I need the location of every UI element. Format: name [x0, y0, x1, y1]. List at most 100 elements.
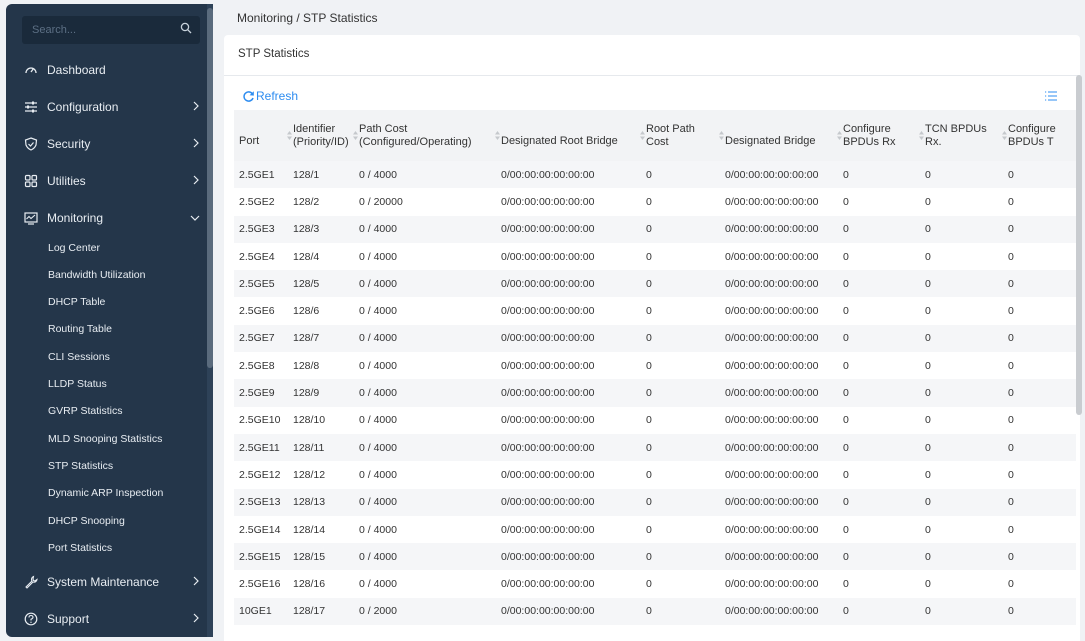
table-cell: 0 [641, 515, 720, 544]
table-cell: 0/00:00:00:00:00:00 [720, 352, 838, 380]
table-cell: 0 [920, 379, 1003, 407]
table-cell: 0 / 4000 [354, 461, 496, 489]
sidebar-subitem-routing-table[interactable]: Routing Table [48, 323, 112, 343]
sidebar-subitem-lldp-status[interactable]: LLDP Status [48, 378, 107, 398]
column-list-icon[interactable] [1045, 90, 1057, 102]
chevron-down-icon [190, 215, 200, 221]
table-cell: 0/00:00:00:00:00:00 [496, 242, 641, 271]
table-row: 2.5GE1 128/1 0 / 4000 0/00:00:00:00:00:00 0 0… [234, 161, 1076, 189]
table-cell: 0/00:00:00:00:00:00 [720, 461, 838, 489]
sidebar-subitem-log-center[interactable]: Log Center [48, 242, 100, 262]
table-row: 2.5GE9 128/9 0 / 4000 0/00:00:00:00:00:00 0 0… [234, 379, 1076, 407]
table-cell: 0 [641, 352, 720, 380]
column-header[interactable]: Identifier (Priority/ID) [287, 110, 354, 161]
table-row: 10GE1 128/17 0 / 2000 0/00:00:00:00:00:00 0 0… [234, 597, 1076, 626]
column-header[interactable]: Configure BPDUs Rx [837, 110, 920, 161]
sort-icon[interactable] [719, 131, 724, 140]
sort-icon[interactable] [287, 131, 292, 140]
table-cell: 0 [641, 406, 720, 434]
sort-icon[interactable] [919, 131, 924, 140]
sidebar-item-monitoring[interactable]: Monitoring [6, 200, 206, 236]
table-cell: 128/2 [288, 188, 354, 216]
table-cell: 0/00:00:00:00:00:00 [496, 161, 641, 189]
table-cell: 0/00:00:00:00:00:00 [720, 270, 838, 298]
table-cell: 0 [1003, 215, 1076, 243]
sidebar-subitem-dhcp-snooping[interactable]: DHCP Snooping [48, 515, 125, 535]
shield-icon [24, 137, 38, 151]
column-header[interactable]: Root Path Cost [640, 110, 720, 161]
table-cell: 0/00:00:00:00:00:00 [720, 379, 838, 407]
sidebar-subitem-bandwidth-utilization[interactable]: Bandwidth Utilization [48, 269, 145, 289]
sidebar-item-configuration[interactable]: Configuration [6, 89, 206, 125]
table-cell: 2.5GE4 [234, 242, 288, 271]
table-cell: 128/7 [288, 324, 354, 353]
sidebar-subitem-dhcp-table[interactable]: DHCP Table [48, 296, 105, 316]
table-cell: 0/00:00:00:00:00:00 [720, 543, 838, 571]
table-row: 2.5GE8 128/8 0 / 4000 0/00:00:00:00:00:00 0 0… [234, 352, 1076, 380]
table-cell: 0 / 4000 [354, 570, 496, 598]
column-header[interactable]: Port [234, 110, 288, 161]
table-cell: 0/00:00:00:00:00:00 [720, 597, 838, 626]
table-cell: 0 [1003, 324, 1076, 353]
table-cell: 0 [1003, 161, 1076, 189]
sliders-icon [25, 101, 37, 113]
sidebar-item-support[interactable]: Support [6, 601, 206, 637]
sort-icon[interactable] [353, 131, 358, 140]
table-cell: 0/00:00:00:00:00:00 [496, 352, 641, 380]
sort-icon[interactable] [495, 131, 500, 140]
sidebar-item-dashboard[interactable]: Dashboard [6, 52, 206, 88]
table-cell: 0/00:00:00:00:00:00 [720, 324, 838, 353]
sort-icon[interactable] [640, 131, 645, 140]
sidebar-scrollbar[interactable] [207, 8, 213, 368]
table-cell: 128/1 [288, 161, 354, 189]
sidebar-item-system-maintenance[interactable]: System Maintenance [6, 564, 206, 600]
table-row: 2.5GE16 128/16 0 / 4000 0/00:00:00:00:00:00… [234, 570, 1076, 598]
column-header[interactable]: TCN BPDUs Rx. [919, 110, 1003, 161]
table-cell: 2.5GE14 [234, 515, 288, 544]
table-cell: 2.5GE10 [234, 406, 288, 434]
table-cell: 0 [641, 461, 720, 489]
search-input[interactable]: Search... [22, 16, 200, 44]
search-icon[interactable] [180, 22, 192, 34]
sidebar-item-label: System Maintenance [47, 575, 160, 589]
refresh-label: Refresh [256, 89, 299, 103]
table-row: 2.5GE2 128/2 0 / 20000 0/00:00:00:00:00:00 0… [234, 188, 1076, 216]
table-cell: 0 [920, 297, 1003, 325]
table-cell: 0 [1003, 242, 1076, 271]
table-cell: 0 / 4000 [354, 215, 496, 243]
table-cell: 0/00:00:00:00:00:00 [496, 433, 641, 462]
table-cell: 0 [1003, 270, 1076, 298]
sidebar-subitem-dynamic-arp-inspection[interactable]: Dynamic ARP Inspection [48, 487, 163, 507]
column-header-label: Root Path Cost [646, 122, 695, 148]
table-cell: 0 [920, 324, 1003, 353]
sidebar-subitem-gvrp-statistics[interactable]: GVRP Statistics [48, 405, 123, 425]
table-scrollbar[interactable] [1076, 75, 1082, 415]
table-cell: 0 [920, 352, 1003, 380]
sidebar-item-utilities[interactable]: Utilities [6, 163, 206, 199]
table-cell: 2.5GE12 [234, 461, 288, 489]
table-cell: 0 [838, 543, 920, 571]
table-cell: 0 [838, 352, 920, 380]
table-cell: 0 / 4000 [354, 379, 496, 407]
column-header[interactable]: Designated Bridge [719, 110, 838, 161]
table-cell: 0 [920, 161, 1003, 189]
table-cell: 0 [920, 543, 1003, 571]
wrench-icon [25, 575, 38, 589]
column-header[interactable]: Path Cost (Configured/Operating) [353, 110, 496, 161]
help-icon [24, 612, 38, 626]
sidebar-subitem-mld-snooping-statistics[interactable]: MLD Snooping Statistics [48, 433, 162, 453]
table-cell: 0 [920, 406, 1003, 434]
sort-icon[interactable] [1002, 131, 1007, 140]
sidebar-item-security[interactable]: Security [6, 126, 206, 162]
table-cell: 0 / 4000 [354, 324, 496, 353]
sort-icon[interactable] [837, 131, 842, 140]
sidebar-subitem-stp-statistics[interactable]: STP Statistics [48, 460, 113, 480]
column-header[interactable]: Configure BPDUs T [1002, 110, 1076, 161]
table-cell: 0/00:00:00:00:00:00 [496, 297, 641, 325]
column-header[interactable]: Designated Root Bridge [495, 110, 641, 161]
column-header-label: TCN BPDUs Rx. [925, 122, 987, 148]
table-cell: 2.5GE11 [234, 433, 288, 462]
table-cell: 0/00:00:00:00:00:00 [496, 488, 641, 516]
sidebar-subitem-cli-sessions[interactable]: CLI Sessions [48, 351, 110, 371]
sidebar-subitem-port-statistics[interactable]: Port Statistics [48, 542, 112, 562]
